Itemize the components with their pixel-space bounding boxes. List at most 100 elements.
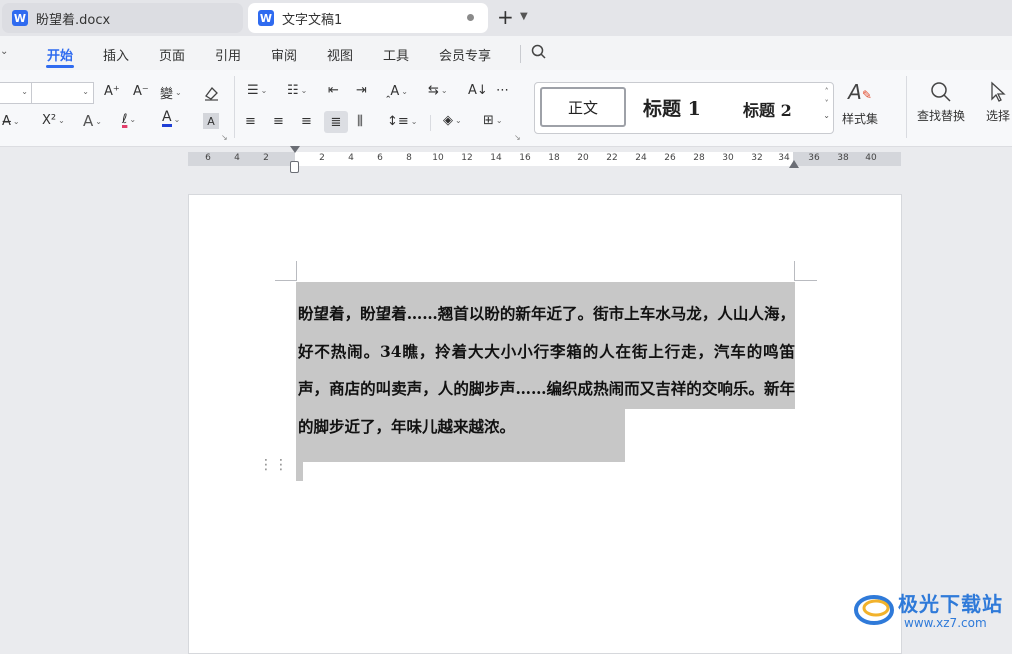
ruler-label: 28: [693, 153, 705, 163]
select-label: 选择: [986, 109, 1011, 123]
ruler-label: 2: [319, 153, 325, 163]
paragraph-dialog-launcher-icon[interactable]: ↘: [514, 133, 521, 142]
menu-member[interactable]: 会员专享: [439, 45, 491, 64]
font-color-icon[interactable]: A ⌄: [162, 110, 180, 127]
active-tab-indicator: [46, 65, 74, 68]
menu-reference[interactable]: 引用: [215, 45, 241, 64]
select-button[interactable]: 选择: [986, 80, 1010, 124]
style-set-label: 样式集: [842, 112, 879, 126]
show-formatting-icon[interactable]: ⋯: [496, 83, 509, 98]
style-set-button[interactable]: A✎ 样式集: [842, 80, 878, 127]
align-right-icon[interactable]: ≡: [301, 114, 312, 129]
menu-bar: ⌄ 开始 插入 页面 引用 审阅 视图 工具 会员专享: [0, 36, 1012, 70]
watermark-name: 极光下载站: [898, 592, 1003, 616]
style-heading-2[interactable]: 标题 2: [743, 97, 792, 121]
watermark-logo: 极光下载站 www.xz7.com: [852, 586, 1010, 636]
clear-format-icon[interactable]: [202, 84, 220, 102]
shading-icon[interactable]: ◈ ⌄: [443, 113, 462, 128]
gallery-scroll-icon[interactable]: ˄ ˅ ⌄: [823, 86, 830, 122]
right-indent-handle[interactable]: [789, 160, 799, 168]
ruler-label: 36: [808, 153, 820, 163]
menu-review[interactable]: 审阅: [271, 45, 297, 64]
ruler-label: 4: [348, 153, 354, 163]
chevron-down-icon[interactable]: ⌄: [0, 46, 8, 57]
tab-document-1[interactable]: W 盼望着.docx: [2, 3, 243, 33]
margin-mark: [296, 261, 297, 281]
font-size-decrease-button[interactable]: A⁻: [133, 84, 149, 99]
text-selection: [296, 462, 303, 481]
decrease-indent-icon[interactable]: ⇤: [328, 83, 339, 98]
menu-insert[interactable]: 插入: [103, 45, 129, 64]
new-tab-button[interactable]: +: [497, 7, 514, 27]
ribbon-divider: [430, 115, 431, 131]
swap-icon[interactable]: ⇆ ⌄: [428, 83, 448, 98]
ruler-label: 26: [664, 153, 676, 163]
font-dialog-launcher-icon[interactable]: ↘: [221, 133, 228, 142]
tab-list-chevron-icon[interactable]: ▼: [520, 11, 528, 22]
word-doc-icon: W: [258, 10, 274, 26]
tab-document-2[interactable]: W 文字文稿1: [248, 3, 488, 33]
ruler-label: 2: [263, 153, 269, 163]
document-page[interactable]: 盼望着，盼望着……翘首以盼的新年近了。街市上车水马龙，人山人海，好不热闹。34瞧…: [188, 194, 902, 654]
highlight-icon[interactable]: ℓ ⌄: [122, 112, 136, 127]
ruler-label: 12: [461, 153, 473, 163]
ruler-label: 8: [406, 153, 412, 163]
border-icon[interactable]: ⊞ ⌄: [483, 113, 503, 128]
margin-mark: [795, 280, 817, 281]
style-set-icon: A✎: [848, 80, 872, 104]
paragraph-drag-handle-icon[interactable]: ⋮⋮: [259, 458, 289, 472]
menu-tools[interactable]: 工具: [383, 45, 409, 64]
font-size-dropdown[interactable]: ⌄: [31, 82, 94, 104]
text-effect-icon[interactable]: A ⌄: [83, 112, 102, 130]
numbered-list-icon[interactable]: ☷ ⌄: [287, 83, 307, 98]
watermark-swirl-icon: [854, 595, 894, 625]
ribbon-toolbar: ⌄ ⌄ A⁺ A⁻ 變 ⌄ A̶ ⌄ X² ⌄ A ⌄ ℓ ⌄ A ⌄ A ↘ ☰ ⌄ ☷ ⌄ …: [0, 70, 1012, 147]
line-spacing-icon[interactable]: ↕≡ ⌄: [387, 114, 418, 129]
word-doc-icon: W: [12, 10, 28, 26]
style-gallery: 正文 标题 1 标题 2 ˄ ˅ ⌄: [534, 82, 834, 134]
strikethrough-icon[interactable]: A̶ ⌄: [2, 114, 20, 129]
left-indent-handle[interactable]: [290, 161, 299, 173]
menu-divider: [520, 45, 521, 63]
style-normal[interactable]: 正文: [540, 87, 626, 127]
ribbon-divider: [906, 76, 907, 138]
style-heading-1[interactable]: 标题 1: [643, 94, 701, 121]
ruler-label: 22: [606, 153, 618, 163]
distributed-align-icon[interactable]: ⫼: [357, 114, 363, 129]
text-direction-icon[interactable]: ꞈA ⌄: [386, 83, 408, 99]
align-left-icon[interactable]: ≡: [245, 114, 256, 129]
search-icon[interactable]: [530, 43, 548, 61]
margin-mark: [275, 280, 296, 281]
ruler-label: 6: [205, 153, 211, 163]
first-line-indent-handle[interactable]: [290, 146, 300, 153]
watermark-url: www.xz7.com: [904, 616, 987, 630]
sort-icon[interactable]: A↓: [468, 83, 488, 98]
ruler-label: 18: [548, 153, 560, 163]
unsaved-dot-icon[interactable]: [467, 14, 474, 21]
justify-icon[interactable]: ≣: [324, 111, 348, 133]
font-name-dropdown[interactable]: ⌄: [0, 82, 32, 104]
ruler-label: 32: [751, 153, 763, 163]
document-paragraph[interactable]: 盼望着，盼望着……翘首以盼的新年近了。街市上车水马龙，人山人海，好不热闹。34瞧…: [298, 295, 795, 445]
char-shading-icon[interactable]: A: [203, 113, 219, 129]
tab-bar: W 盼望着.docx W 文字文稿1 + ▼: [0, 0, 1012, 36]
ruler-label: 10: [432, 153, 444, 163]
phonetic-guide-icon[interactable]: 變 ⌄: [160, 83, 182, 102]
menu-view[interactable]: 视图: [327, 45, 353, 64]
increase-indent-icon[interactable]: ⇥: [356, 83, 367, 98]
bullet-list-icon[interactable]: ☰ ⌄: [247, 83, 267, 98]
menu-page[interactable]: 页面: [159, 45, 185, 64]
menu-home[interactable]: 开始: [47, 45, 73, 64]
align-center-icon[interactable]: ≡: [273, 114, 284, 129]
find-replace-button[interactable]: 查找替换: [917, 80, 965, 124]
superscript-button[interactable]: X² ⌄: [42, 113, 65, 128]
ruler-label: 14: [490, 153, 502, 163]
font-size-increase-button[interactable]: A⁺: [104, 84, 120, 99]
ruler-label: 16: [519, 153, 531, 163]
margin-mark: [794, 261, 795, 281]
superscript-label: X²: [42, 113, 57, 128]
ruler-label: 30: [722, 153, 734, 163]
ruler-label: 34: [778, 153, 790, 163]
ruler-label: 6: [377, 153, 383, 163]
ruler-label: 40: [865, 153, 877, 163]
